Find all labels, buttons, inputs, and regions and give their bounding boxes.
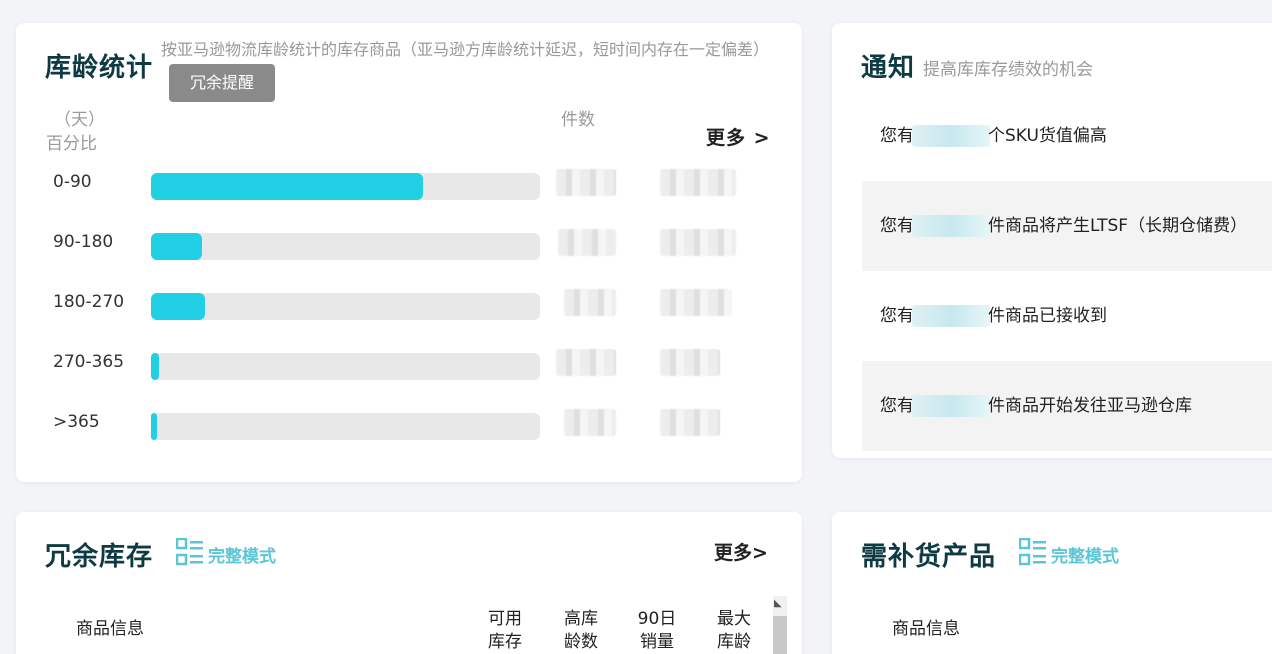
age-row-label: 0-90 <box>53 172 92 192</box>
redundant-more-link[interactable]: 更多> <box>714 538 768 565</box>
age-bar-fill <box>151 353 159 380</box>
blurred-count <box>564 289 616 316</box>
age-bar-fill <box>151 173 424 200</box>
blurred-value <box>660 229 736 256</box>
restock-card: 需补货产品 完整模式 商品信息 <box>832 512 1272 654</box>
notice-item[interactable]: 您有 件商品将产生LTSF（长期仓储费） <box>862 181 1272 271</box>
notice-item[interactable]: 您有 个SKU货值偏高 <box>862 91 1272 181</box>
blurred-count <box>556 169 616 196</box>
age-row: >365 <box>16 409 802 440</box>
blurred-value <box>660 409 720 436</box>
age-bar-track <box>151 233 540 260</box>
age-bar-track <box>151 413 540 440</box>
blurred-value <box>660 349 720 376</box>
blurred-count <box>556 349 616 376</box>
blurred-count <box>558 229 616 256</box>
column-header: 90日销量 <box>637 609 677 652</box>
notice-item-text: 个SKU货值偏高 <box>988 126 1107 146</box>
column-days: （天） <box>54 110 105 130</box>
age-stats-title: 库龄统计 <box>45 53 154 83</box>
blurred-value <box>660 169 736 196</box>
age-bar-fill <box>151 293 206 320</box>
age-stats-card: 库龄统计 按亚马逊物流库龄统计的库存商品（亚马逊方库龄统计延迟，短时间内存在一定… <box>16 23 802 482</box>
age-row-label: 90-180 <box>53 232 114 252</box>
blurred-number <box>912 305 990 327</box>
list-mode-icon[interactable] <box>176 538 204 566</box>
full-mode-link[interactable]: 完整模式 <box>1051 542 1119 567</box>
column-header: 商品信息 <box>892 619 960 639</box>
blurred-number <box>912 395 990 417</box>
column-percent: 百分比 <box>46 134 97 154</box>
column-header: 高库龄数 <box>564 609 598 652</box>
age-row: 270-365 <box>16 349 802 380</box>
blurred-value <box>660 289 732 316</box>
list-mode-icon[interactable] <box>1019 538 1047 566</box>
age-stats-description: 按亚马逊物流库龄统计的库存商品（亚马逊方库龄统计延迟，短时间内存在一定偏差） 冗余… <box>161 35 769 102</box>
column-header: 可用库存 <box>488 609 522 652</box>
notice-subtitle: 提高库库存绩效的机会 <box>923 60 1093 80</box>
age-stats-more-link[interactable]: 更多 > <box>706 123 771 150</box>
notice-item-prefix: 您有 <box>880 126 914 146</box>
age-row-label: >365 <box>53 412 100 432</box>
notice-item-prefix: 您有 <box>880 306 914 326</box>
notice-item[interactable]: 您有 件商品开始发往亚马逊仓库 <box>862 361 1272 451</box>
column-header: 商品信息 <box>76 619 144 639</box>
age-bar-fill <box>151 413 157 440</box>
scroll-up-icon[interactable]: ◣ <box>774 598 782 609</box>
notice-item-text: 件商品将产生LTSF（长期仓储费） <box>988 216 1248 236</box>
age-bar-track <box>151 173 540 200</box>
redundant-inventory-title: 冗余库存 <box>45 542 154 572</box>
age-row: 90-180 <box>16 229 802 260</box>
age-stats-description-text: 按亚马逊物流库龄统计的库存商品（亚马逊方库龄统计延迟，短时间内存在一定偏差） <box>161 40 770 59</box>
table-scrollbar-thumb[interactable] <box>773 616 787 654</box>
age-row-label: 270-365 <box>53 352 125 372</box>
age-row: 180-270 <box>16 289 802 320</box>
age-bar-track <box>151 353 540 380</box>
blurred-count <box>564 409 616 436</box>
age-bar-track <box>151 293 540 320</box>
notice-item-text: 件商品开始发往亚马逊仓库 <box>988 396 1192 416</box>
restock-title: 需补货产品 <box>861 542 997 572</box>
notice-card: 通知 提高库库存绩效的机会 您有 个SKU货值偏高 您有 件商品将产生LTSF（长期… <box>832 23 1272 458</box>
notice-item[interactable]: 您有 件商品已接收到 <box>862 271 1272 361</box>
notice-item-text: 件商品已接收到 <box>988 306 1107 326</box>
notice-item-prefix: 您有 <box>880 216 914 236</box>
redundant-alert-button[interactable]: 冗余提醒 <box>169 64 276 102</box>
age-row-label: 180-270 <box>53 292 125 312</box>
column-header: 最大库龄 <box>717 609 751 652</box>
notice-item-prefix: 您有 <box>880 396 914 416</box>
full-mode-link[interactable]: 完整模式 <box>208 542 276 567</box>
blurred-number <box>912 215 990 237</box>
notice-title: 通知 <box>861 53 916 83</box>
redundant-inventory-card: 冗余库存 完整模式 更多> 商品信息 可用库存 高库龄数 90日销量 最大库龄 … <box>16 512 802 654</box>
blurred-number <box>912 125 990 147</box>
column-count: 件数 <box>561 110 595 130</box>
age-row: 0-90 <box>16 169 802 200</box>
age-bar-fill <box>151 233 202 260</box>
